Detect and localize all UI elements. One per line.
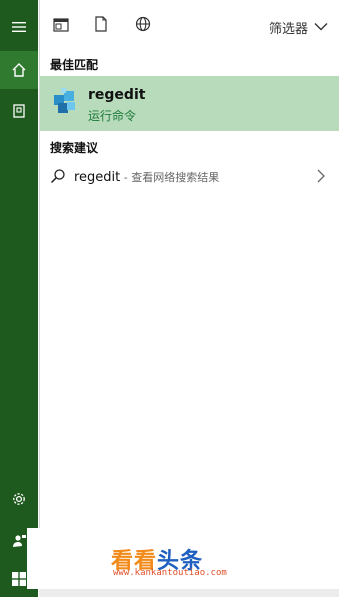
search-suggestions-heading: 搜索建议 — [50, 141, 99, 155]
documents-filter-button[interactable] — [92, 16, 110, 36]
suggestion-query: regedit — [74, 170, 121, 185]
hamburger-menu-icon — [11, 20, 27, 34]
suggestion-item[interactable]: regedit - 查看网络搜索结果 — [40, 164, 339, 192]
document-icon — [94, 16, 108, 36]
best-match-heading: 最佳匹配 — [50, 58, 99, 72]
hamburger-menu-button[interactable] — [0, 8, 38, 46]
feedback-person-icon — [11, 533, 27, 549]
search-icon — [50, 168, 66, 184]
registry-editor-icon — [52, 87, 78, 117]
watermark-url: www.kankantoutiao.com — [113, 568, 227, 578]
home-button[interactable] — [0, 51, 38, 89]
best-match-subtitle: 运行命令 — [88, 109, 137, 123]
settings-gear-icon — [11, 491, 27, 507]
windows-start-icon — [12, 572, 26, 586]
suggestion-suffix: - 查看网络搜索结果 — [120, 171, 220, 184]
home-icon — [11, 62, 27, 78]
filter-label: 筛选器 — [268, 22, 308, 37]
web-filter-button[interactable] — [134, 16, 152, 36]
toolbar: 筛选器 — [40, 0, 339, 52]
best-match-result[interactable]: regedit 运行命令 — [40, 76, 339, 131]
chevron-right-icon[interactable] — [316, 168, 326, 184]
settings-button[interactable] — [0, 480, 38, 518]
chevron-down-icon — [314, 20, 328, 35]
notebook-icon — [11, 103, 27, 119]
app-window-icon — [53, 17, 69, 36]
watermark: 看看头条 www.kankantoutiao.com — [27, 528, 332, 589]
notebook-button[interactable] — [0, 92, 38, 130]
bottom-divider — [39, 589, 339, 597]
suggestion-text: regedit - 查看网络搜索结果 — [74, 169, 219, 185]
filter-dropdown[interactable]: 筛选器 — [269, 18, 328, 37]
apps-filter-button[interactable] — [52, 17, 70, 35]
globe-icon — [135, 16, 151, 36]
search-results-panel: 筛选器 最佳匹配 regedit 运行命令 搜索建议 regedit - 查看网… — [39, 0, 339, 597]
left-sidebar — [0, 0, 38, 597]
best-match-title: regedit — [88, 87, 146, 103]
